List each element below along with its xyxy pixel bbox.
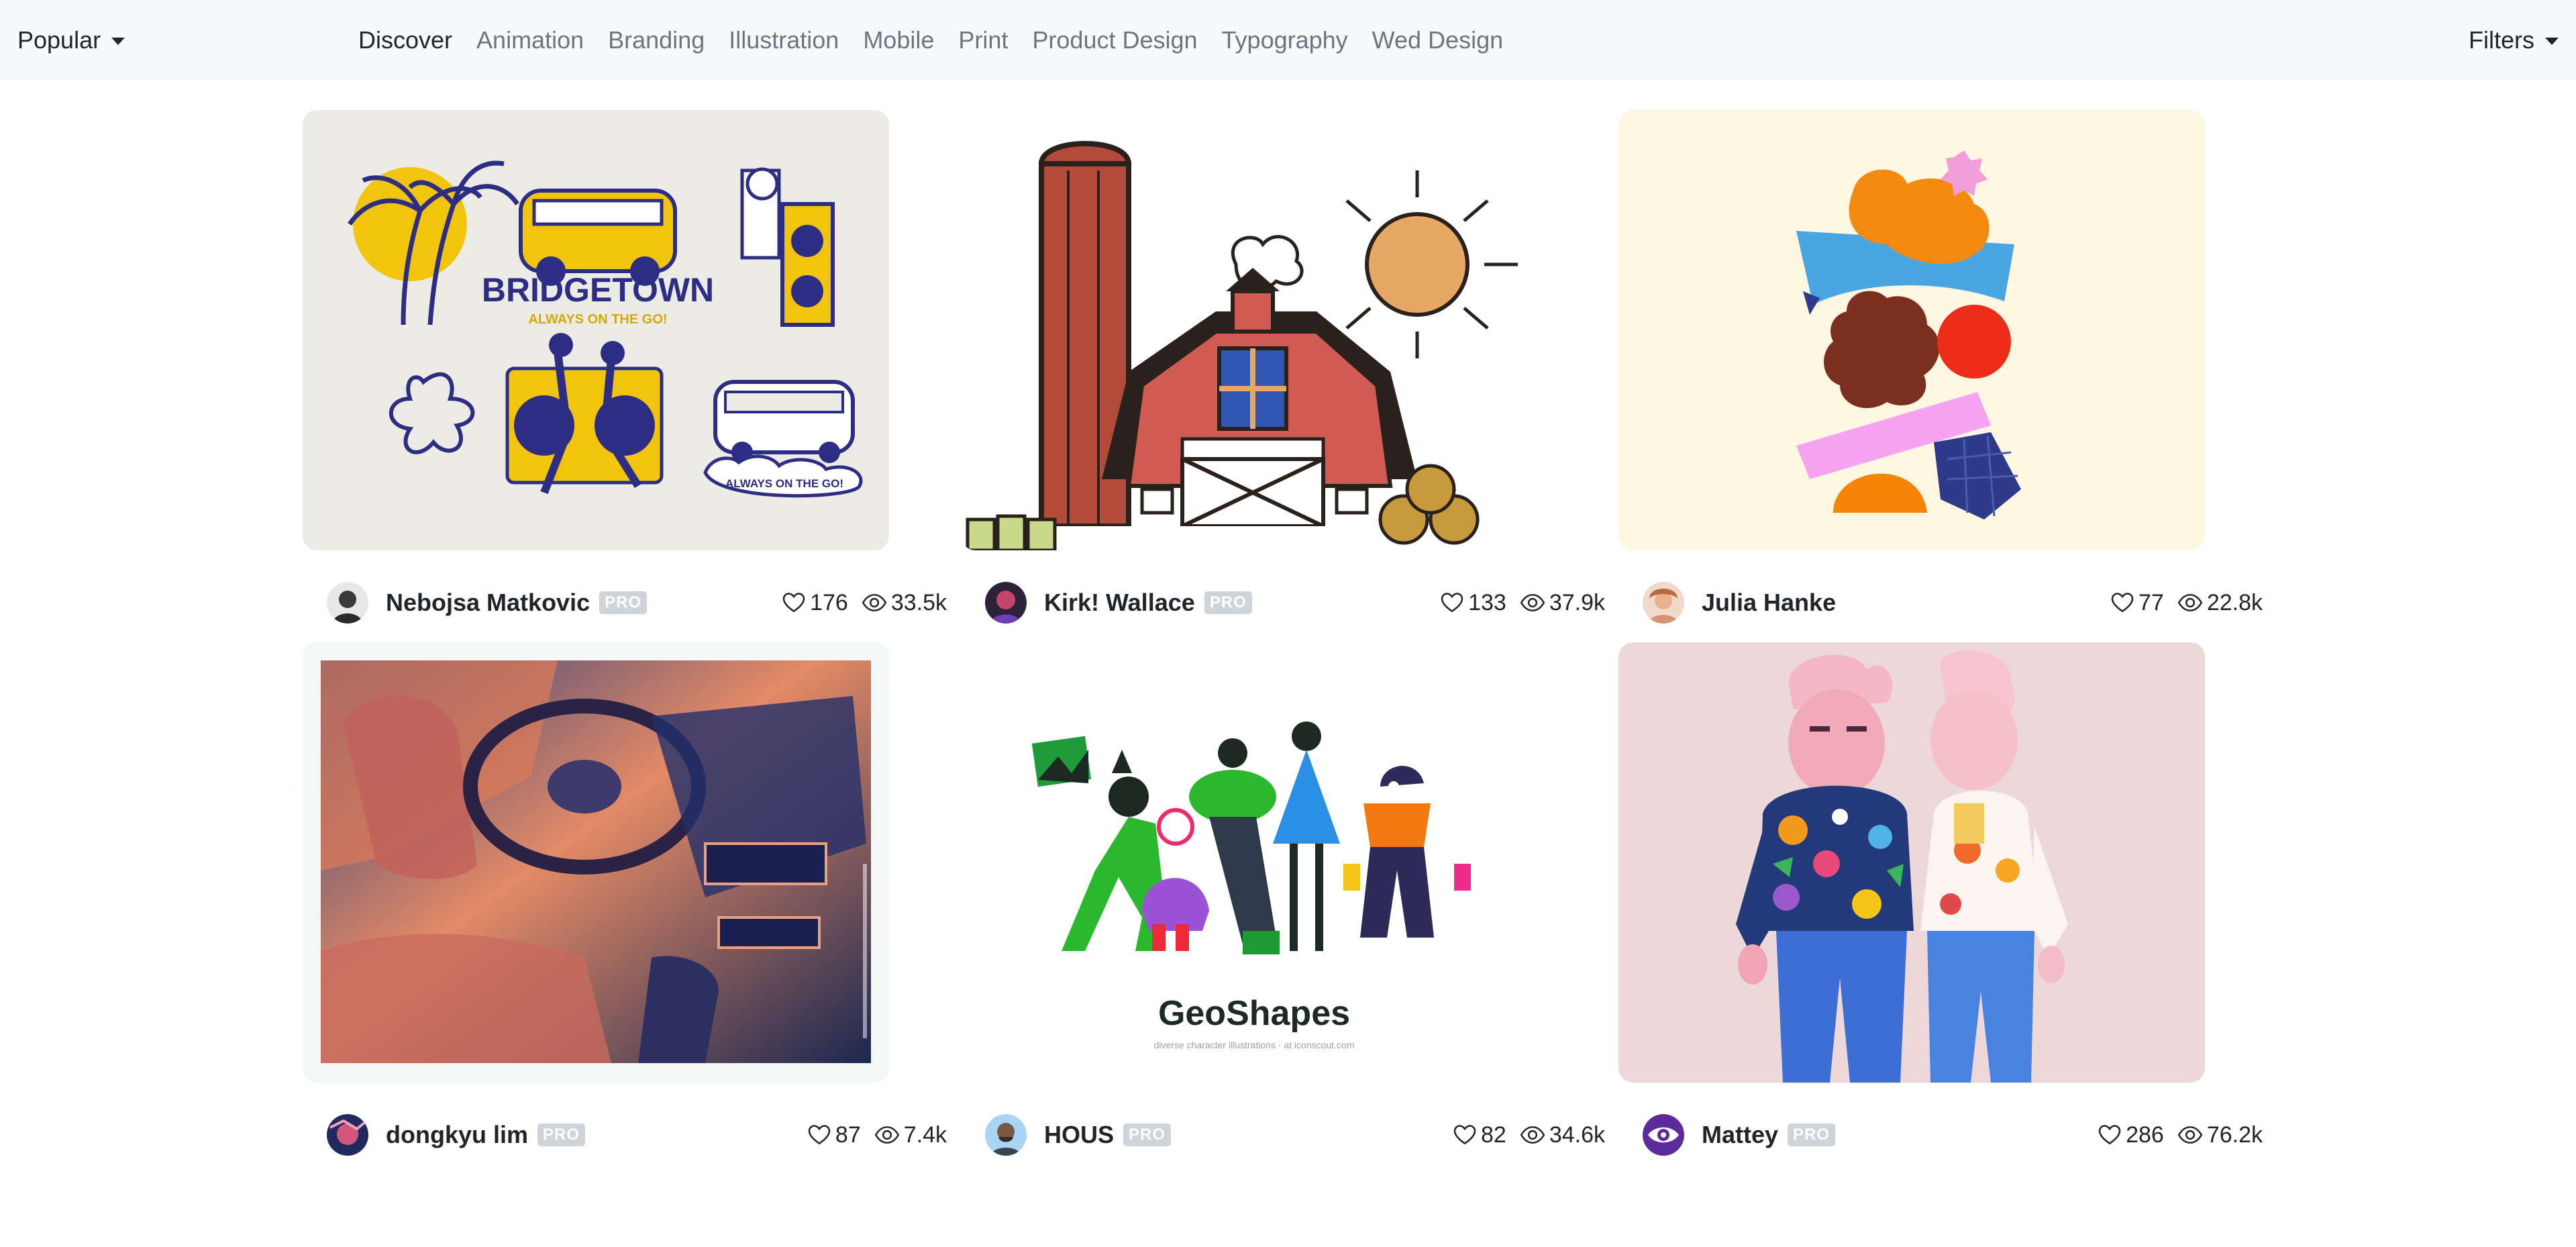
- shot-stats: 176 33.5k: [782, 576, 947, 630]
- shot-meta: Julia Hanke 77 22.8k: [1618, 576, 2263, 630]
- shot-stats: 133 37.9k: [1440, 576, 1605, 630]
- navbar: Popular Discover Animation Branding Illu…: [0, 0, 2576, 81]
- shot-stats: 87 7.4k: [807, 1108, 947, 1162]
- heart-icon: [1441, 593, 1463, 613]
- likes-stat[interactable]: 77: [2110, 590, 2164, 616]
- likes-stat[interactable]: 82: [1453, 1122, 1506, 1148]
- likes-count: 286: [2126, 1121, 2164, 1148]
- filters-dropdown[interactable]: Filters: [2469, 0, 2559, 81]
- avatar[interactable]: [985, 582, 1027, 624]
- art-title: GeoShapes: [1158, 994, 1350, 1033]
- views-stat: 37.9k: [1520, 590, 1605, 616]
- likes-count: 133: [1468, 589, 1506, 615]
- shot-meta: Mattey PRO 286 76.2k: [1618, 1108, 2263, 1162]
- shot-thumbnail[interactable]: GeoShapes diverse character illustration…: [961, 642, 1547, 1083]
- avatar[interactable]: [327, 582, 368, 624]
- views-stat: 33.5k: [862, 590, 947, 616]
- eye-icon: [1520, 594, 1545, 611]
- author-name[interactable]: HOUS: [1044, 1121, 1114, 1149]
- views-stat: 34.6k: [1520, 1122, 1605, 1148]
- author-name[interactable]: Nebojsa Matkovic: [386, 589, 590, 617]
- sort-dropdown-label: Popular: [17, 26, 101, 54]
- shot-meta: dongkyu lim PRO 87 7.4k: [303, 1108, 947, 1162]
- views-count: 22.8k: [2206, 589, 2263, 615]
- category-print[interactable]: Print: [958, 26, 1008, 54]
- likes-stat[interactable]: 176: [782, 590, 848, 616]
- geoshapes-illustration: GeoShapes diverse character illustration…: [961, 642, 1547, 1083]
- category-animation[interactable]: Animation: [476, 26, 584, 54]
- author-name[interactable]: Julia Hanke: [1702, 589, 1836, 617]
- shot-thumbnail[interactable]: [1618, 110, 2205, 550]
- abstract-shapes-illustration: [1618, 110, 2205, 550]
- heart-icon: [2111, 593, 2134, 613]
- category-mobile[interactable]: Mobile: [863, 26, 934, 54]
- views-count: 33.5k: [890, 589, 947, 615]
- eye-icon: [2177, 1126, 2203, 1144]
- shot-thumbnail[interactable]: [1618, 642, 2205, 1083]
- author-name[interactable]: dongkyu lim: [386, 1121, 528, 1149]
- category-discover[interactable]: Discover: [358, 26, 452, 54]
- pro-badge: PRO: [1204, 591, 1252, 614]
- bridgetown-illustration: BRIDGETOWN ALWAYS ON THE GO! ALWAYS ON T…: [303, 110, 889, 550]
- pro-badge: PRO: [599, 591, 648, 614]
- shot-stats: 77 22.8k: [2110, 576, 2263, 630]
- likes-count: 82: [1480, 1121, 1506, 1148]
- art-subtitle: diverse character illustrations · at ico…: [1154, 1040, 1355, 1050]
- art-subtitle-2: ALWAYS ON THE GO!: [725, 477, 843, 490]
- views-stat: 76.2k: [2177, 1122, 2263, 1148]
- eye-icon: [862, 594, 887, 611]
- views-count: 76.2k: [2206, 1121, 2263, 1148]
- views-count: 7.4k: [903, 1121, 947, 1148]
- avatar[interactable]: [1643, 582, 1684, 624]
- shot-meta: Nebojsa Matkovic PRO 176 33.5k: [303, 576, 947, 630]
- art-title: BRIDGETOWN: [482, 271, 714, 309]
- shot-stats: 82 34.6k: [1453, 1108, 1605, 1162]
- shot-thumbnail[interactable]: BRIDGETOWN ALWAYS ON THE GO! ALWAYS ON T…: [303, 110, 889, 550]
- shot-stats: 286 76.2k: [2098, 1108, 2263, 1162]
- likes-stat[interactable]: 133: [1440, 590, 1506, 616]
- shot-thumbnail[interactable]: [961, 110, 1547, 550]
- likes-stat[interactable]: 286: [2098, 1122, 2164, 1148]
- avatar[interactable]: [985, 1114, 1027, 1156]
- filters-dropdown-label: Filters: [2469, 26, 2534, 54]
- shot-meta: Kirk! Wallace PRO 133 37.9k: [961, 576, 1605, 630]
- category-typography[interactable]: Typography: [1222, 26, 1348, 54]
- heart-icon: [2098, 1125, 2121, 1145]
- eye-icon: [2177, 594, 2203, 611]
- pro-badge: PRO: [1788, 1124, 1836, 1146]
- pro-badge: PRO: [1123, 1124, 1172, 1146]
- shot-thumbnail[interactable]: [303, 642, 889, 1083]
- barn-illustration: [961, 110, 1547, 550]
- views-count: 34.6k: [1549, 1121, 1605, 1148]
- author-name[interactable]: Mattey: [1702, 1121, 1778, 1149]
- shot-meta: HOUS PRO 82 34.6k: [961, 1108, 1605, 1162]
- views-stat: 7.4k: [874, 1122, 947, 1148]
- category-nav: Discover Animation Branding Illustration…: [358, 0, 1503, 81]
- avatar[interactable]: [1643, 1114, 1684, 1156]
- eye-icon: [1520, 1126, 1545, 1144]
- author-name[interactable]: Kirk! Wallace: [1044, 589, 1195, 617]
- likes-stat[interactable]: 87: [807, 1122, 861, 1148]
- likes-count: 176: [810, 589, 848, 615]
- sort-dropdown[interactable]: Popular: [17, 0, 125, 81]
- car-interior-illustration: [303, 642, 889, 1083]
- caret-down-icon: [2545, 37, 2559, 45]
- art-subtitle: ALWAYS ON THE GO!: [528, 312, 667, 327]
- views-stat: 22.8k: [2177, 590, 2263, 616]
- likes-count: 77: [2138, 589, 2164, 615]
- heart-icon: [1453, 1125, 1476, 1145]
- 3d-characters-illustration: [1618, 642, 2205, 1083]
- caret-down-icon: [111, 37, 125, 45]
- views-count: 37.9k: [1549, 589, 1605, 615]
- eye-icon: [874, 1126, 899, 1144]
- avatar[interactable]: [327, 1114, 368, 1156]
- heart-icon: [808, 1125, 831, 1145]
- pro-badge: PRO: [537, 1124, 586, 1146]
- category-branding[interactable]: Branding: [608, 26, 705, 54]
- heart-icon: [782, 593, 805, 613]
- category-wed-design[interactable]: Wed Design: [1372, 26, 1503, 54]
- category-illustration[interactable]: Illustration: [729, 26, 839, 54]
- likes-count: 87: [835, 1121, 861, 1148]
- category-product-design[interactable]: Product Design: [1032, 26, 1197, 54]
